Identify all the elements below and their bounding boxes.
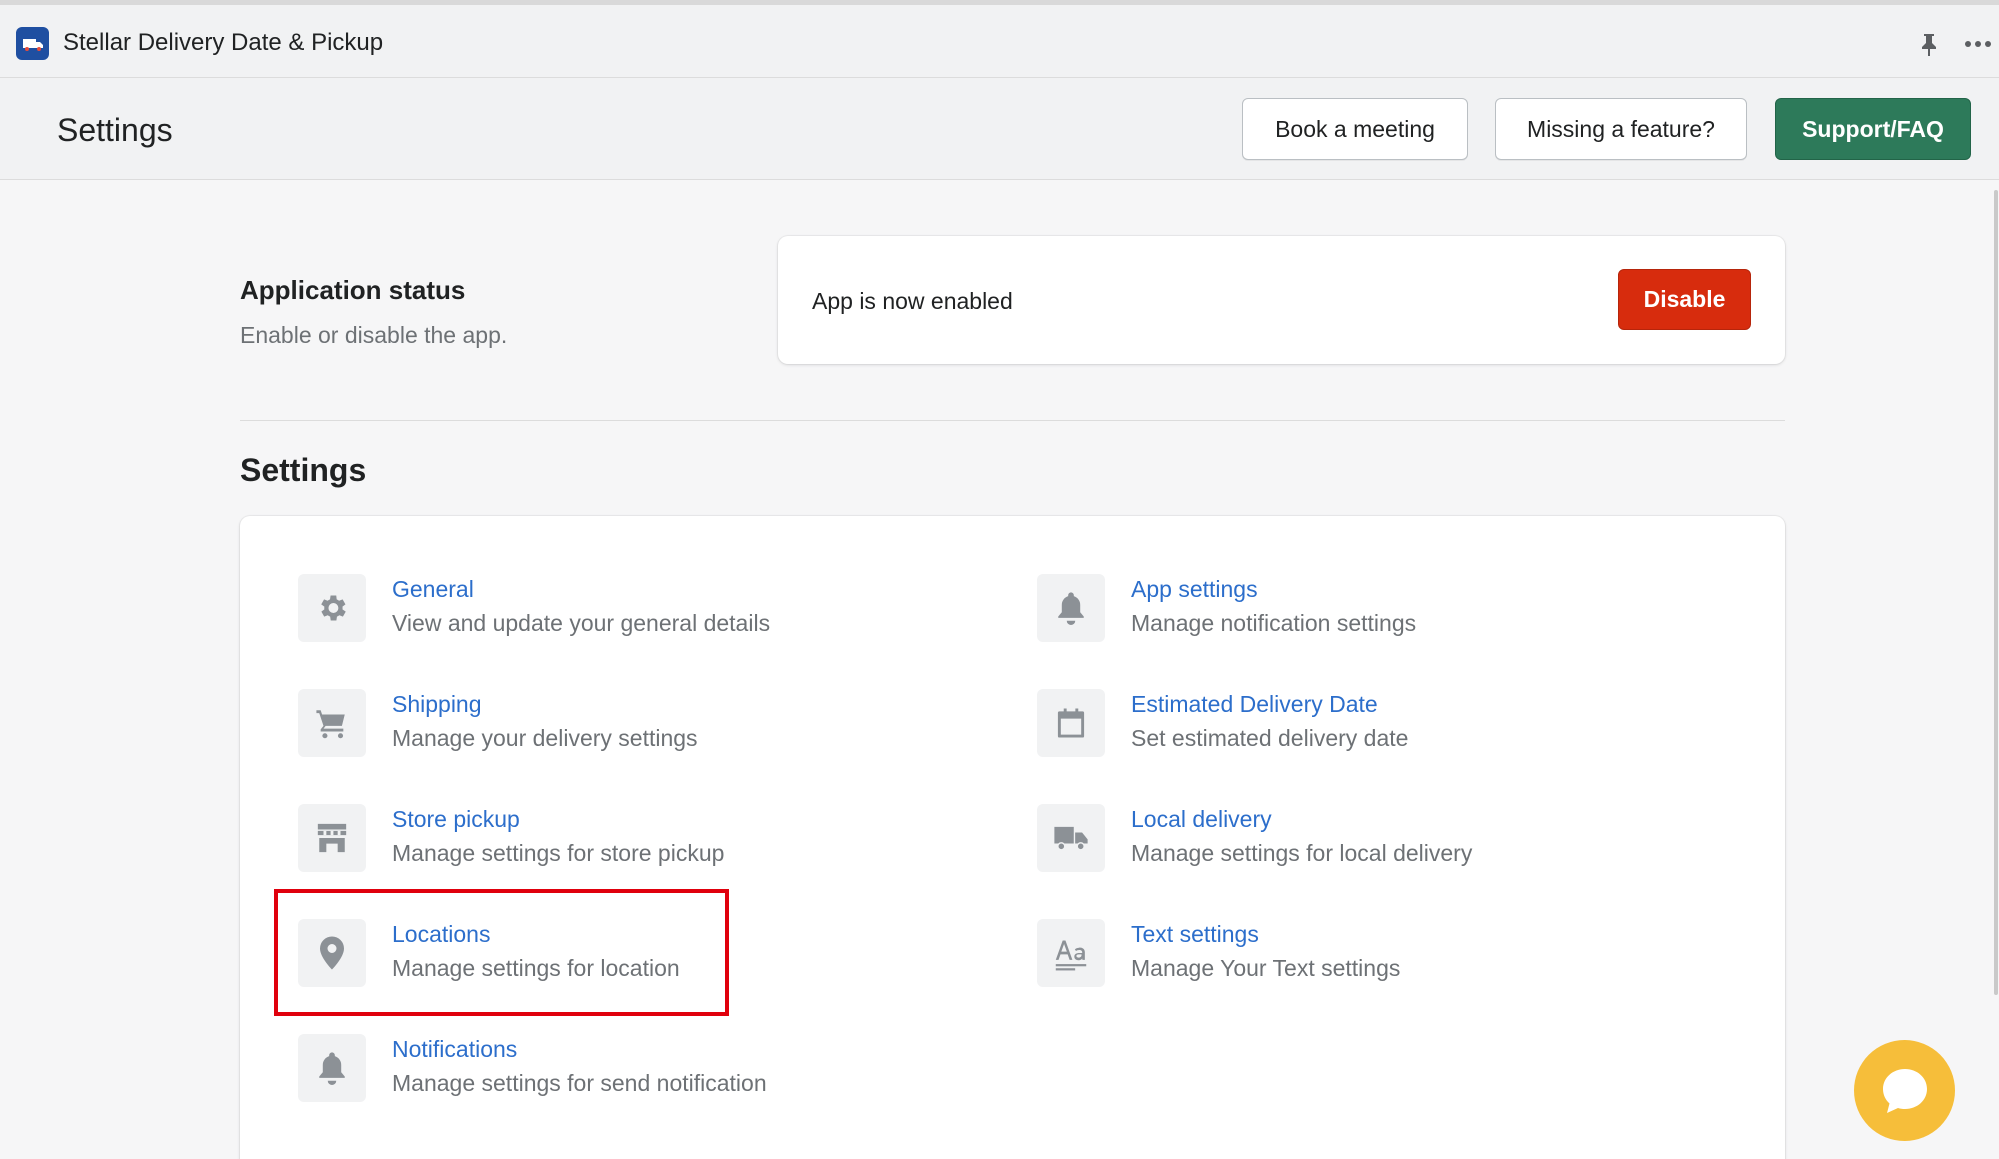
settings-item-title[interactable]: Shipping (392, 691, 482, 718)
app-title: Stellar Delivery Date & Pickup (63, 29, 384, 56)
truck-icon (1037, 804, 1105, 872)
more-horizontal-icon[interactable] (1965, 29, 1991, 49)
application-status-description: Enable or disable the app. (240, 322, 508, 348)
pin-icon[interactable] (1918, 33, 1940, 62)
settings-item-local-delivery[interactable]: Local delivery Manage settings for local… (1037, 804, 1637, 884)
settings-item-title[interactable]: Estimated Delivery Date (1131, 691, 1378, 718)
settings-heading: Settings (240, 452, 367, 488)
settings-item-description: Manage Your Text settings (1131, 955, 1401, 981)
cart-icon (298, 689, 366, 757)
settings-item-app-settings[interactable]: App settings Manage notification setting… (1037, 574, 1637, 654)
scrollbar[interactable] (1994, 190, 1998, 995)
bell-icon (298, 1034, 366, 1102)
application-status-heading: Application status (240, 275, 466, 305)
settings-card: General View and update your general det… (240, 516, 1785, 1159)
settings-item-title[interactable]: Store pickup (392, 806, 520, 833)
settings-item-description: Manage your delivery settings (392, 725, 698, 751)
settings-item-title[interactable]: Text settings (1131, 921, 1259, 948)
settings-item-description: Set estimated delivery date (1131, 725, 1409, 751)
settings-item-title[interactable]: App settings (1131, 576, 1258, 603)
settings-item-description: Manage settings for local delivery (1131, 840, 1473, 866)
settings-item-title[interactable]: Notifications (392, 1036, 517, 1063)
chat-icon (1882, 1068, 1927, 1113)
settings-item-general[interactable]: General View and update your general det… (298, 574, 898, 654)
support-faq-button[interactable]: Support/FAQ (1775, 98, 1971, 160)
disable-button[interactable]: Disable (1618, 269, 1751, 330)
missing-feature-button[interactable]: Missing a feature? (1495, 98, 1747, 160)
truck-logo-icon (16, 27, 49, 60)
app-status-text: App is now enabled (812, 288, 1013, 314)
gear-icon (298, 574, 366, 642)
settings-item-description: Manage settings for store pickup (392, 840, 725, 866)
section-divider (240, 420, 1785, 421)
settings-item-notifications[interactable]: Notifications Manage settings for send n… (298, 1034, 898, 1114)
book-meeting-button[interactable]: Book a meeting (1242, 98, 1468, 160)
settings-item-store-pickup[interactable]: Store pickup Manage settings for store p… (298, 804, 898, 884)
settings-item-description: Manage notification settings (1131, 610, 1417, 636)
settings-item-estimated-delivery-date[interactable]: Estimated Delivery Date Set estimated de… (1037, 689, 1637, 769)
page-header: Settings Book a meeting Missing a featur… (0, 78, 1999, 180)
settings-item-description: Manage settings for send notification (392, 1070, 767, 1096)
locations-highlight-box (274, 889, 729, 1016)
application-status-card: App is now enabled Disable (778, 236, 1785, 364)
text-icon (1037, 919, 1105, 987)
settings-item-description: View and update your general details (392, 610, 771, 636)
settings-item-title[interactable]: General (392, 576, 474, 603)
chat-launcher-button[interactable] (1854, 1040, 1955, 1141)
settings-item-shipping[interactable]: Shipping Manage your delivery settings (298, 689, 898, 769)
settings-item-title[interactable]: Local delivery (1131, 806, 1272, 833)
page-title: Settings (57, 112, 173, 148)
bell-icon (1037, 574, 1105, 642)
calendar-icon (1037, 689, 1105, 757)
settings-item-text-settings[interactable]: Text settings Manage Your Text settings (1037, 919, 1637, 999)
store-icon (298, 804, 366, 872)
top-bar: Stellar Delivery Date & Pickup (0, 0, 1999, 78)
